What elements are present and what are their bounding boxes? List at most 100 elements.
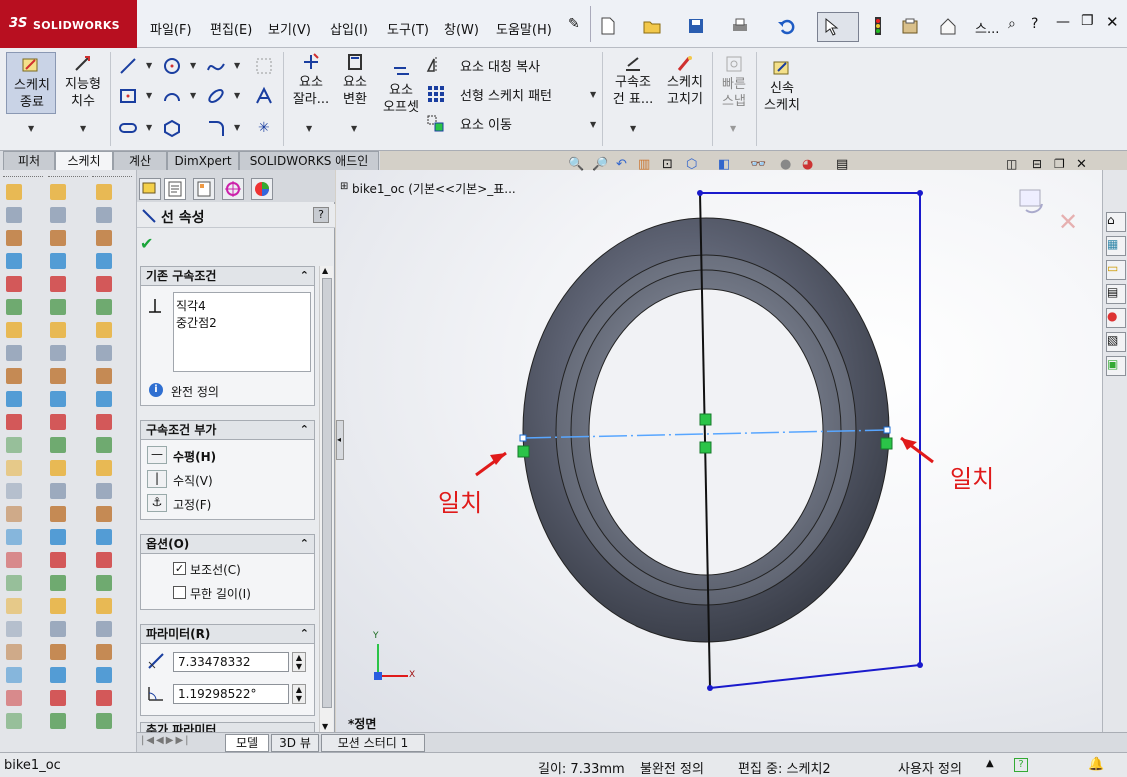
toolbar-tool-icon[interactable] bbox=[50, 368, 66, 384]
scroll-down-icon[interactable]: ▼ bbox=[322, 722, 328, 731]
options-icon[interactable] bbox=[900, 16, 920, 36]
tab-motion-study[interactable]: 모션 스터디 1 bbox=[321, 734, 425, 752]
display-relations-button[interactable]: 구속조 건 표... bbox=[608, 52, 658, 114]
new-document-icon[interactable] bbox=[598, 16, 618, 36]
file-explorer-icon[interactable]: ▭ bbox=[1106, 260, 1126, 280]
rapid-sketch-button[interactable]: 신속 스케치 bbox=[758, 52, 806, 114]
toolbar-tool-icon[interactable] bbox=[50, 598, 66, 614]
horizontal-relation-label[interactable]: 수평(H) bbox=[173, 448, 216, 465]
parameters-header[interactable]: 파라미터(R) ⌃ bbox=[140, 624, 315, 644]
toolbar-tool-icon[interactable] bbox=[6, 322, 22, 338]
ellipse-dropdown-icon[interactable]: ▼ bbox=[234, 91, 240, 100]
property-manager-tab[interactable] bbox=[164, 178, 186, 200]
spline-dropdown-icon[interactable]: ▼ bbox=[234, 61, 240, 70]
toolbar-tool-icon[interactable] bbox=[50, 299, 66, 315]
toolbar-tool-icon[interactable] bbox=[96, 253, 112, 269]
toolbar-tool-icon[interactable] bbox=[6, 230, 22, 246]
toolbar-tool-icon[interactable] bbox=[6, 368, 22, 384]
collapse-chevron-icon[interactable]: ⌃ bbox=[300, 421, 309, 439]
toolbar-tool-icon[interactable] bbox=[6, 575, 22, 591]
quick-snaps-dropdown-icon[interactable]: ▼ bbox=[730, 124, 736, 133]
toolbar-tool-icon[interactable] bbox=[50, 437, 66, 453]
vertical-relation-icon[interactable]: | bbox=[147, 470, 167, 488]
toolbar-tool-icon[interactable] bbox=[6, 345, 22, 361]
toolbar-tool-icon[interactable] bbox=[6, 253, 22, 269]
toolbar-tool-icon[interactable] bbox=[6, 529, 22, 545]
toolbar-tool-icon[interactable] bbox=[96, 644, 112, 660]
move-entities-icon[interactable] bbox=[426, 114, 446, 134]
toolbar-tool-icon[interactable] bbox=[96, 299, 112, 315]
toolbar-tool-icon[interactable] bbox=[96, 529, 112, 545]
toolbar-tool-icon[interactable] bbox=[50, 575, 66, 591]
convert-entities-button[interactable]: 요소 변환 bbox=[334, 52, 376, 114]
line-endpoint-right[interactable] bbox=[883, 426, 891, 434]
slot-tool-icon[interactable] bbox=[118, 118, 138, 138]
display-manager-tab[interactable] bbox=[251, 178, 273, 200]
trim-dropdown-icon[interactable]: ▼ bbox=[306, 124, 312, 133]
ok-checkmark-icon[interactable]: ✔ bbox=[140, 234, 153, 253]
toolbar-tool-icon[interactable] bbox=[50, 230, 66, 246]
toolbar-tool-icon[interactable] bbox=[96, 552, 112, 568]
perpendicular-glyph[interactable] bbox=[699, 441, 712, 454]
restore-window-icon[interactable]: ❐ bbox=[1081, 13, 1094, 29]
configuration-manager-tab[interactable] bbox=[193, 178, 215, 200]
toolbar-tool-icon[interactable] bbox=[96, 345, 112, 361]
sketch-exit-dropdown-icon[interactable]: ▼ bbox=[28, 124, 34, 133]
toolbar-tool-icon[interactable] bbox=[50, 713, 66, 729]
mirror-icon[interactable] bbox=[426, 55, 446, 75]
midpoint-glyph[interactable] bbox=[699, 413, 712, 426]
toolbar-tool-icon[interactable] bbox=[6, 644, 22, 660]
toolbar-grip[interactable] bbox=[3, 176, 43, 178]
toolbar-tool-icon[interactable] bbox=[96, 230, 112, 246]
toolbar-tool-icon[interactable] bbox=[96, 437, 112, 453]
help-button[interactable]: ? bbox=[313, 207, 329, 223]
search-box[interactable]: 스... bbox=[975, 18, 999, 37]
options-header[interactable]: 옵션(O) ⌃ bbox=[140, 534, 315, 554]
graphics-area[interactable]: ◂ ⊞ bike1_oc (기본<<기본>_표... 🔍 🔎 ↶ ▥ ⊡ ⬡ ◧… bbox=[336, 157, 1102, 732]
undo-icon[interactable] bbox=[776, 16, 796, 36]
fix-relation-label[interactable]: 고정(F) bbox=[173, 496, 211, 513]
sketch-point[interactable] bbox=[917, 190, 923, 196]
trim-entities-button[interactable]: 요소 잘라... bbox=[288, 52, 334, 114]
viewport-minimize-icon[interactable]: ⊟ bbox=[1032, 157, 1042, 171]
tab-evaluate[interactable]: 계산 bbox=[113, 151, 167, 170]
vertical-relation-label[interactable]: 수직(V) bbox=[173, 472, 213, 489]
tab-addins[interactable]: SOLIDWORKS 애드인 bbox=[239, 151, 379, 170]
line-tool-icon[interactable] bbox=[118, 56, 138, 76]
coincident-glyph-left[interactable] bbox=[517, 445, 530, 458]
toolbar-tool-icon[interactable] bbox=[6, 552, 22, 568]
toolbar-tool-icon[interactable] bbox=[96, 184, 112, 200]
toolbar-tool-icon[interactable] bbox=[96, 460, 112, 476]
toolbar-tool-icon[interactable] bbox=[96, 207, 112, 223]
toolbar-tool-icon[interactable] bbox=[50, 506, 66, 522]
toolbar-tool-icon[interactable] bbox=[50, 483, 66, 499]
add-relations-header[interactable]: 구속조건 부가 ⌃ bbox=[140, 420, 315, 440]
menu-window[interactable]: 창(W) bbox=[444, 19, 479, 38]
tab-features[interactable]: 피처 bbox=[3, 151, 55, 170]
design-library-icon[interactable]: ▦ bbox=[1106, 236, 1126, 256]
toolbar-tool-icon[interactable] bbox=[50, 667, 66, 683]
sketch-point[interactable] bbox=[917, 662, 923, 668]
tab-3d-view[interactable]: 3D 뷰 bbox=[271, 734, 319, 752]
tab-scroll-arrows-icon[interactable]: |◀◀▶▶| bbox=[141, 735, 191, 746]
toolbar-tool-icon[interactable] bbox=[6, 207, 22, 223]
fillet-tool-icon[interactable] bbox=[206, 118, 226, 138]
minimize-window-icon[interactable]: — bbox=[1056, 14, 1070, 30]
toolbar-tool-icon[interactable] bbox=[96, 690, 112, 706]
line-endpoint-left[interactable] bbox=[519, 434, 527, 442]
ellipse-tool-icon[interactable] bbox=[206, 86, 226, 106]
home-icon[interactable] bbox=[938, 16, 958, 36]
toolbar-tool-icon[interactable] bbox=[50, 414, 66, 430]
status-help-icon[interactable]: ? bbox=[1014, 758, 1028, 772]
toolbar-tool-icon[interactable] bbox=[6, 184, 22, 200]
relation-item-perpendicular[interactable]: 직각4 bbox=[174, 293, 310, 314]
smart-dimension-dropdown-icon[interactable]: ▼ bbox=[80, 124, 86, 133]
collapse-chevron-icon[interactable]: ⌃ bbox=[300, 535, 309, 553]
toolbar-tool-icon[interactable] bbox=[50, 345, 66, 361]
sketch-point[interactable] bbox=[707, 685, 713, 691]
infinite-length-checkbox[interactable] bbox=[173, 586, 186, 599]
collapse-chevron-icon[interactable]: ⌃ bbox=[300, 267, 309, 285]
angle-input[interactable]: 1.19298522° bbox=[173, 684, 289, 704]
pin-icon[interactable]: ✎ bbox=[568, 16, 580, 32]
toolbar-tool-icon[interactable] bbox=[50, 621, 66, 637]
